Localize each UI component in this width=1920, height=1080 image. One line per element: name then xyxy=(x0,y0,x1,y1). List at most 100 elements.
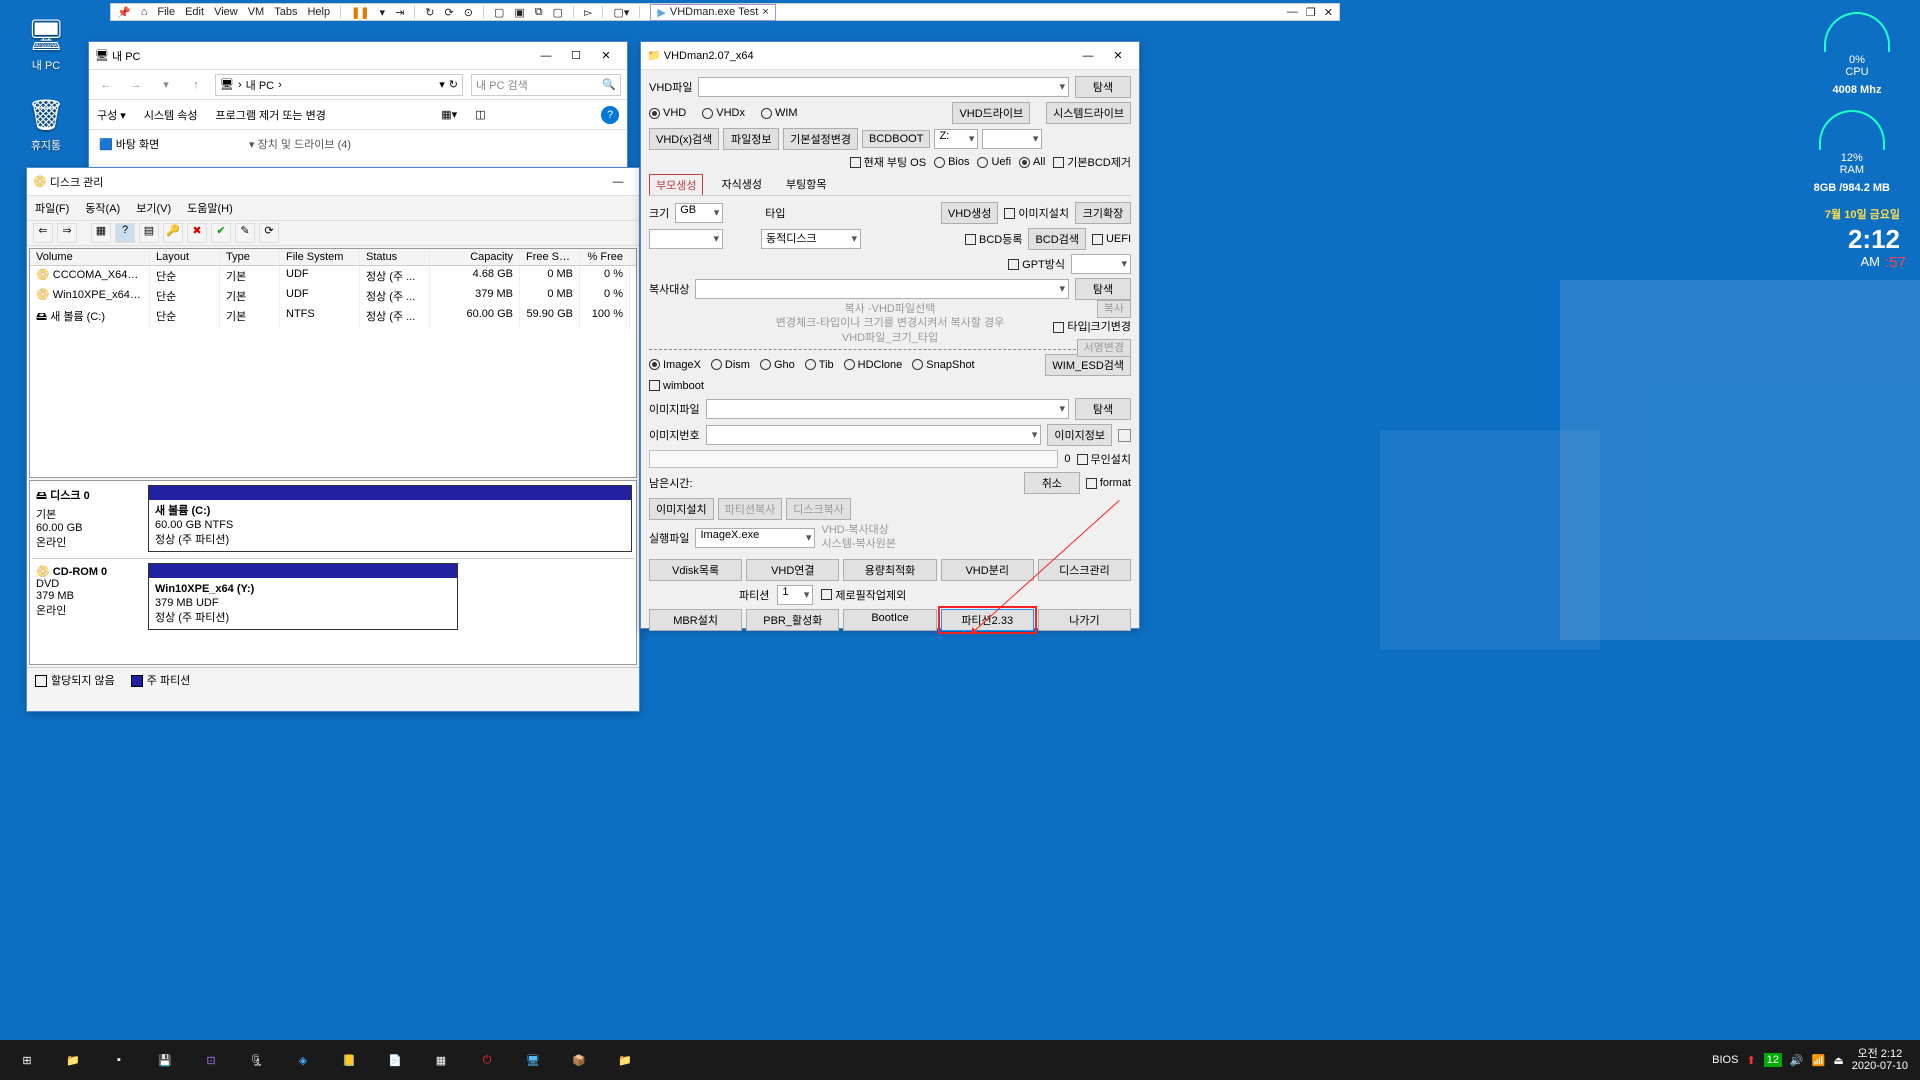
sysprops-button[interactable]: 시스템 속성 xyxy=(144,107,198,123)
up-button[interactable]: ↑ xyxy=(185,74,207,96)
desktop-icon-recycle[interactable]: 🗑 휴지통 xyxy=(16,98,76,153)
volume-row[interactable]: 📀 Win10XPE_x64 (Y:)단순기본UDF정상 (주 ...379 M… xyxy=(30,286,636,306)
vdisklist-button[interactable]: Vdisk목록 xyxy=(649,559,742,581)
min-button[interactable]: — xyxy=(1073,50,1103,62)
tab-bootitem[interactable]: 부팅항목 xyxy=(780,174,832,195)
grid-icon[interactable]: ▦ xyxy=(418,1040,464,1080)
radio-wim[interactable]: WIM xyxy=(761,107,798,119)
col-pctfree[interactable]: % Free xyxy=(580,249,630,265)
bcdreg-check[interactable]: BCD등록 xyxy=(965,231,1022,247)
partition-disk0[interactable]: 새 볼륨 (C:)60.00 GB NTFS정상 (주 파티션) xyxy=(148,485,632,552)
bcdboot-button[interactable]: BCDBOOT xyxy=(862,130,930,148)
preview-pane-button[interactable]: ◫ xyxy=(475,108,485,121)
col-free[interactable]: Free Sp... xyxy=(520,249,580,265)
max-button[interactable]: ☐ xyxy=(561,49,591,62)
wimesd-button[interactable]: WIM_ESD검색 xyxy=(1045,354,1131,376)
tray-temp[interactable]: 12 xyxy=(1764,1053,1782,1067)
send-icon[interactable]: ⇥ xyxy=(395,6,404,19)
pbr-button[interactable]: PBR_활성화 xyxy=(746,609,839,631)
rename-button[interactable]: 서명변경 xyxy=(1077,339,1131,357)
imgno-combo[interactable] xyxy=(706,425,1042,445)
view1-icon[interactable]: ▢ xyxy=(494,6,504,19)
noinstall-check[interactable]: 무인설치 xyxy=(1077,451,1131,467)
col-layout[interactable]: Layout xyxy=(150,249,220,265)
radio-vhdx[interactable]: VHDx xyxy=(702,107,745,119)
full-icon[interactable]: ▻ xyxy=(584,6,592,19)
check-icon[interactable]: ✔ xyxy=(211,223,231,243)
volume-row[interactable]: 🖴 새 볼륨 (C:)단순기본NTFS정상 (주 ...60.00 GB59.9… xyxy=(30,306,636,329)
radio-all[interactable]: All xyxy=(1019,156,1045,168)
fwd-icon[interactable]: ⇒ xyxy=(57,223,77,243)
min-button[interactable]: — xyxy=(531,50,561,62)
col-type[interactable]: Type xyxy=(220,249,280,265)
tray-icon[interactable]: ⬆ xyxy=(1746,1054,1755,1067)
tray-eject-icon[interactable]: ⏏ xyxy=(1833,1054,1843,1067)
vhddrive-button[interactable]: VHD드라이브 xyxy=(952,102,1030,124)
menu-help[interactable]: Help xyxy=(307,6,330,18)
note-icon[interactable]: 📒 xyxy=(326,1040,372,1080)
volume-row[interactable]: 📀 CCCOMA_X64FRE...단순기본UDF정상 (주 ...4.68 G… xyxy=(30,266,636,286)
restore-icon[interactable]: ❐ xyxy=(1306,6,1316,19)
gpt-combo[interactable] xyxy=(1071,254,1131,274)
scan-icon[interactable]: ⟳ xyxy=(259,223,279,243)
extsize-button[interactable]: 크기확장 xyxy=(1075,202,1131,224)
exit-button[interactable]: 나가기 xyxy=(1038,609,1131,631)
mbr-button[interactable]: MBR설치 xyxy=(649,609,742,631)
close-icon[interactable]: × xyxy=(762,6,768,18)
tray-sound-icon[interactable]: 🔊 xyxy=(1790,1054,1804,1067)
list-icon[interactable]: ▤ xyxy=(139,223,159,243)
save-icon[interactable]: 💾 xyxy=(142,1040,188,1080)
typesize-check[interactable]: 타입|크기변경 xyxy=(1053,320,1131,334)
size-unit[interactable]: GB xyxy=(675,203,723,223)
diskmgmt-button[interactable]: 디스크관리 xyxy=(1038,559,1131,581)
tree-item-desktop[interactable]: 🟦 바탕 화면 xyxy=(99,139,159,151)
copy-button[interactable]: 복사 xyxy=(1097,300,1131,318)
menu-file[interactable]: File xyxy=(157,6,175,18)
fileinfo-button[interactable]: 파일정보 xyxy=(723,128,779,150)
vhdsep-button[interactable]: VHD분리 xyxy=(941,559,1034,581)
view-icon[interactable]: ▦ xyxy=(91,223,111,243)
close-button[interactable]: ✕ xyxy=(591,49,621,62)
snap2-icon[interactable]: ⟳ xyxy=(445,6,454,19)
col-volume[interactable]: Volume xyxy=(30,249,150,265)
cube-icon[interactable]: ◈ xyxy=(280,1040,326,1080)
close-button[interactable]: ✕ xyxy=(1103,49,1133,62)
menu-vm[interactable]: VM xyxy=(248,6,265,18)
tray-clock[interactable]: 오전 2:122020-07-10 xyxy=(1852,1048,1908,1072)
refresh-icon[interactable]: 🔑 xyxy=(163,223,183,243)
radio-uefi[interactable]: Uefi xyxy=(977,156,1011,168)
format-check[interactable]: format xyxy=(1086,477,1131,489)
type-combo[interactable]: 동적디스크 xyxy=(761,229,861,249)
view4-icon[interactable]: ▢ xyxy=(553,6,563,19)
delete-icon[interactable]: ✖ xyxy=(187,223,207,243)
close-icon[interactable]: ✕ xyxy=(1324,6,1333,19)
menu-view[interactable]: 보기(V) xyxy=(136,200,171,216)
imginstall-button[interactable]: 이미지설치 xyxy=(649,498,714,520)
new-icon[interactable]: ✎ xyxy=(235,223,255,243)
view-dropdown[interactable]: ▦▾ xyxy=(441,108,457,121)
uefi-check[interactable]: UEFI xyxy=(1092,233,1131,245)
menu-tabs[interactable]: Tabs xyxy=(274,6,297,18)
radio-tib[interactable]: Tib xyxy=(805,359,834,371)
uninstall-button[interactable]: 프로그램 제거 또는 변경 xyxy=(215,107,325,123)
section-header[interactable]: ▾ 장치 및 드라이브 (4) xyxy=(249,139,351,151)
radio-bios[interactable]: Bios xyxy=(934,156,969,168)
gpt-check[interactable]: GPT방식 xyxy=(1008,256,1065,272)
terminal-icon[interactable]: ▪ xyxy=(96,1040,142,1080)
min-icon[interactable]: — xyxy=(1287,6,1298,19)
dropdown-icon[interactable]: ▾ xyxy=(380,6,386,19)
fwd-button[interactable]: → xyxy=(125,74,147,96)
menu-action[interactable]: 동작(A) xyxy=(85,200,120,216)
imgfile-combo[interactable] xyxy=(706,399,1069,419)
cancel-button[interactable]: 취소 xyxy=(1024,472,1080,494)
back-icon[interactable]: ⇐ xyxy=(33,223,53,243)
bootice-button[interactable]: BootIce xyxy=(843,609,936,631)
col-fs[interactable]: File System xyxy=(280,249,360,265)
size-combo[interactable] xyxy=(649,229,723,249)
address-bar[interactable]: 🖥 › 내 PC › ▾↻ xyxy=(215,74,463,96)
menu-help[interactable]: 도움말(H) xyxy=(187,200,233,216)
drive-combo[interactable]: Z: xyxy=(934,129,978,149)
sizeopt-button[interactable]: 용량최적화 xyxy=(843,559,936,581)
menu-edit[interactable]: Edit xyxy=(185,6,204,18)
power-icon[interactable]: ⏻ xyxy=(464,1040,510,1080)
